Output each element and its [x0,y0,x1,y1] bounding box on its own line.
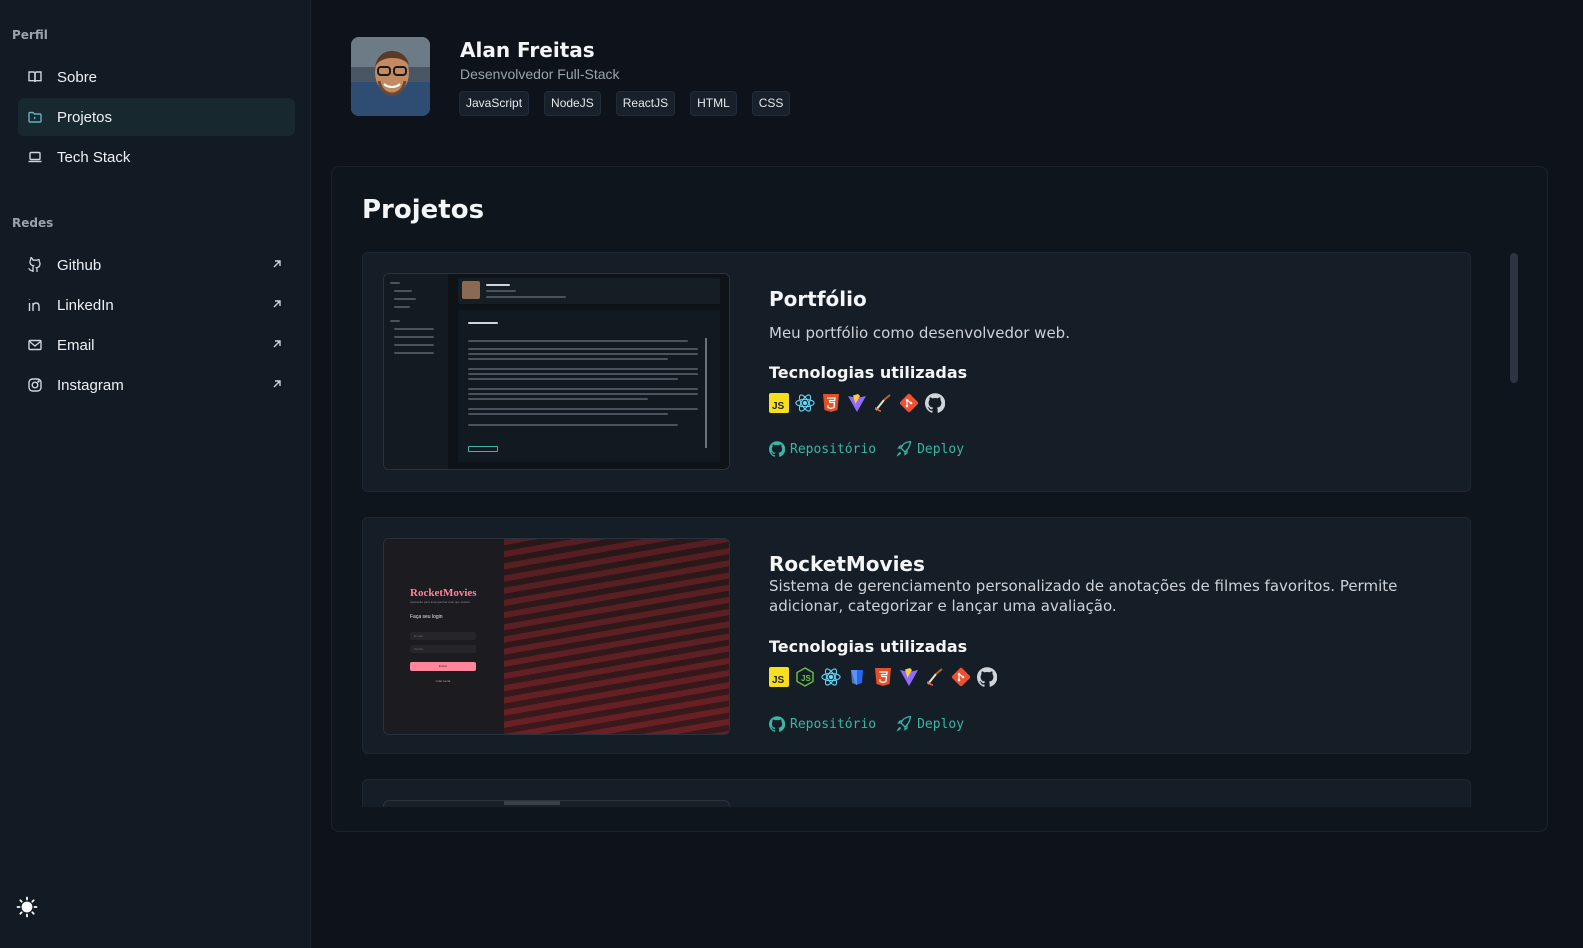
nodejs-icon: JS [795,667,815,687]
github-icon [27,257,43,273]
external-link-icon [273,340,281,348]
svg-text:JS: JS [772,675,785,686]
sidebar-item-linkedin[interactable]: LinkedIn [18,286,295,324]
tag-javascript: JavaScript [459,91,530,116]
networks-section-title: Redes [12,216,54,230]
deploy-link[interactable]: Deploy [896,716,964,732]
deploy-label: Deploy [917,441,965,457]
repository-label: Repositório [790,441,877,457]
tailwind-icon [873,393,893,413]
avatar [351,37,430,116]
sidebar-item-instagram[interactable]: Instagram [18,366,295,404]
project-title: Portfólio [769,287,867,311]
sidebar-item-email[interactable]: Email [18,326,295,364]
sidebar-item-tech-stack[interactable]: Tech Stack [18,138,295,176]
repository-link[interactable]: Repositório [769,441,876,457]
sidebar-item-sobre[interactable]: Sobre [18,58,295,96]
sidebar-item-label: Tech Stack [57,148,131,166]
external-link-icon [273,380,281,388]
folder-icon [27,109,43,125]
tech-icons: JS [769,393,945,413]
sidebar-item-label: Github [57,256,102,274]
sidebar-item-label: Email [57,336,95,354]
tech-heading: Tecnologias utilizadas [769,637,968,656]
thumb-login-title: Faça seu login [410,614,443,620]
git-icon [899,393,919,413]
page-title: Projetos [362,195,485,225]
project-description: Meu portfólio como desenvolvedor web. [769,324,1070,342]
external-link-icon [273,260,281,268]
sidebar-item-label: Instagram [57,376,124,394]
html5-icon [873,667,893,687]
javascript-icon: JS [769,393,789,413]
profile-role: Desenvolvedor Full-Stack [460,66,620,82]
thumb-email-field: E-mail [414,634,423,638]
github-icon [925,393,945,413]
vite-icon [847,393,867,413]
scrollbar[interactable] [1510,253,1518,383]
project-card: Portfólio Meu portfólio como desenvolved… [362,252,1471,492]
repository-label: Repositório [790,716,877,732]
rocket-icon [896,441,912,457]
profile-name: Alan Freitas [460,38,595,62]
sidebar-item-label: Sobre [57,68,98,86]
sun-icon[interactable] [16,896,38,918]
thumb-password-field: Senha [414,647,423,651]
github-icon [977,667,997,687]
sidebar-item-github[interactable]: Github [18,246,295,284]
repository-link[interactable]: Repositório [769,716,876,732]
mail-icon [27,337,43,353]
react-icon [795,393,815,413]
instagram-icon [27,377,43,393]
thumb-brand: RocketMovies [410,587,477,599]
sidebar-item-label: LinkedIn [57,296,114,314]
svg-text:JS: JS [772,401,785,412]
project-links: Repositório Deploy [769,716,964,732]
project-card [362,779,1471,807]
sidebar-item-label: Projetos [57,108,113,126]
project-thumbnail[interactable]: RocketMovies Aplicação para acompanhar t… [383,538,730,735]
github-icon [769,441,785,457]
rocket-icon [896,716,912,732]
project-thumbnail[interactable] [383,800,730,807]
laptop-icon [27,149,43,165]
thumb-subtitle: Aplicação para acompanhar tudo que assis… [410,600,471,604]
tech-heading: Tecnologias utilizadas [769,363,968,382]
css3-icon [847,667,867,687]
javascript-icon: JS [769,667,789,687]
project-card: RocketMovies Aplicação para acompanhar t… [362,517,1471,754]
profile-section-title: Perfil [12,28,48,42]
tech-icons: JS JS [769,667,997,687]
projects-list[interactable]: Portfólio Meu portfólio como desenvolved… [362,252,1472,807]
react-icon [821,667,841,687]
project-title: RocketMovies [769,552,925,576]
tag-nodejs: NodeJS [544,91,601,116]
projects-panel: Projetos Portfólio Meu portfólio como de… [331,166,1548,832]
thumb-login-button: Entrar [438,664,448,668]
tag-reactjs: ReactJS [615,91,676,116]
github-icon [769,716,785,732]
project-description: Sistema de gerenciamento personalizado d… [769,577,1398,615]
html5-icon [821,393,841,413]
tag-css: CSS [751,91,791,116]
project-links: Repositório Deploy [769,441,964,457]
tag-html: HTML [690,91,737,116]
svg-text:JS: JS [801,674,811,683]
project-thumbnail[interactable] [383,273,730,470]
git-icon [951,667,971,687]
thumb-create-account: Criar conta [435,679,451,683]
vite-icon [899,667,919,687]
book-icon [27,69,43,85]
deploy-link[interactable]: Deploy [896,441,964,457]
sidebar-item-projetos[interactable]: Projetos [18,98,295,136]
deploy-label: Deploy [917,716,965,732]
tailwind-icon [925,667,945,687]
sidebar: Perfil Sobre Projetos Tech Stack Redes G… [0,0,311,948]
tech-tags: JavaScript NodeJS ReactJS HTML CSS [459,91,791,116]
external-link-icon [273,300,281,308]
linkedin-icon [27,297,43,313]
